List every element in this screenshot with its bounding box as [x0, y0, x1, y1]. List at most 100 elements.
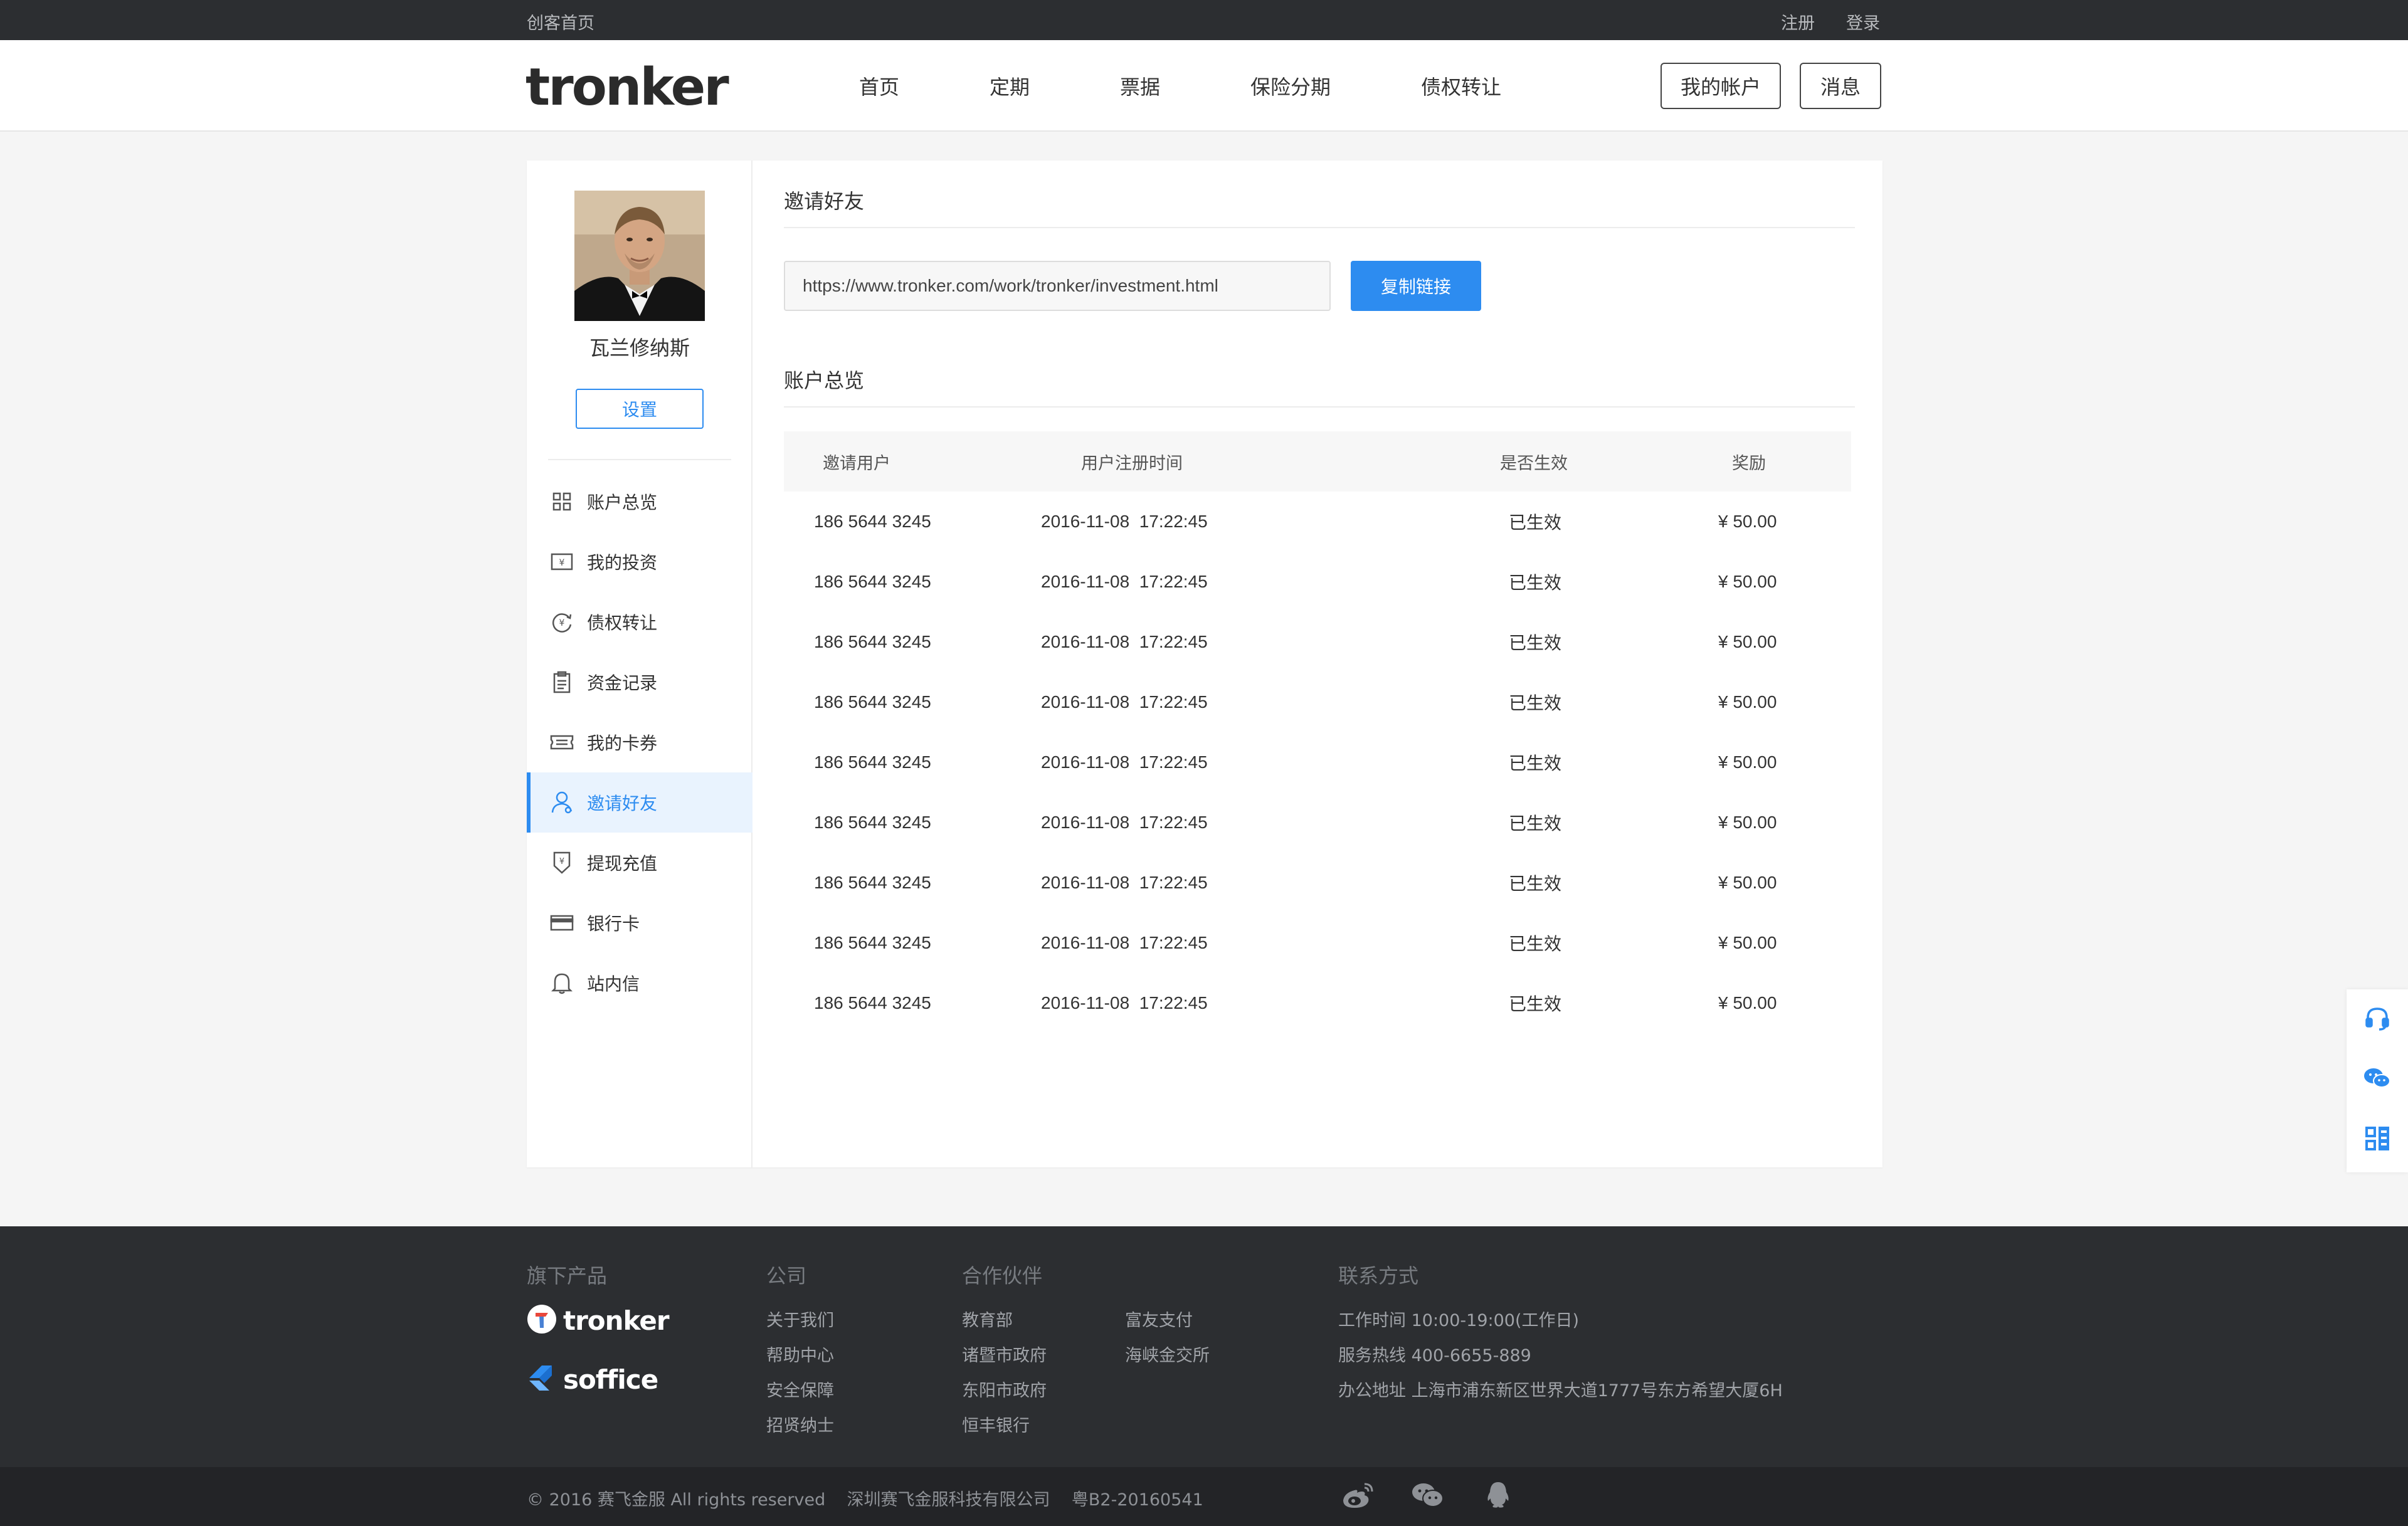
nav-home[interactable]: 首页 — [859, 71, 899, 100]
table-header: 邀请用户 用户注册时间 是否生效 奖励 — [784, 431, 1851, 492]
user-icon — [549, 790, 574, 815]
sidebar-item-label: 账户总览 — [587, 492, 658, 513]
wechat-float-button[interactable] — [2347, 1050, 2408, 1110]
footer-link-security[interactable]: 安全保障 — [766, 1377, 834, 1401]
partner-link[interactable]: 教育部 — [962, 1307, 1013, 1331]
reward-cell: ¥ 50.00 — [1718, 752, 1777, 772]
sidebar-item-label: 邀请好友 — [587, 793, 658, 814]
reward-cell: ¥ 50.00 — [1718, 512, 1777, 531]
invited-user-cell: 186 5644 3245 — [814, 632, 931, 651]
company-heading: 公司 — [766, 1264, 807, 1288]
footer-link-about[interactable]: 关于我们 — [766, 1307, 834, 1331]
sidebar-item-account-overview[interactable]: 账户总览 — [527, 471, 752, 532]
nav-fixed-term[interactable]: 定期 — [990, 71, 1030, 100]
sidebar-item-label: 提现充值 — [587, 853, 658, 874]
partners-heading: 合作伙伴 — [962, 1264, 1043, 1288]
sidebar-item-my-coupons[interactable]: 我的卡券 — [527, 712, 752, 772]
table-row: 186 5644 3245 2016-11-08 17:22:45 已生效 ¥ 50.… — [784, 913, 1851, 973]
sidebar-item-debt-transfer[interactable]: ¥ 债权转让 — [527, 592, 752, 652]
register-time-cell: 2016-11-08 17:22:45 — [1041, 512, 1208, 531]
soffice-brand-link[interactable]: soffice — [527, 1363, 658, 1396]
sidebar-item-inbox[interactable]: 站内信 — [527, 953, 752, 1013]
settings-button[interactable]: 设置 — [576, 389, 704, 429]
invited-user-cell: 186 5644 3245 — [814, 933, 931, 952]
contact-address: 办公地址 上海市浦东新区世界大道1777号东方希望大厦6H — [1338, 1381, 1783, 1401]
my-account-button[interactable]: 我的帐户 — [1661, 63, 1781, 109]
partner-link[interactable]: 东阳市政府 — [962, 1377, 1047, 1401]
card-icon — [549, 910, 574, 935]
effective-status-cell: 已生效 — [1509, 874, 1562, 893]
sidebar-item-bank-card[interactable]: 银行卡 — [527, 893, 752, 953]
sidebar-item-my-investment[interactable]: ¥ 我的投资 — [527, 532, 752, 592]
table-row: 186 5644 3245 2016-11-08 17:22:45 已生效 ¥ 50.… — [784, 973, 1851, 1033]
ticket-icon — [549, 730, 574, 755]
weibo-button[interactable] — [1341, 1481, 1375, 1512]
wechat-icon — [2363, 1066, 2391, 1093]
column-header: 是否生效 — [1500, 453, 1568, 473]
effective-status-cell: 已生效 — [1509, 934, 1562, 954]
footer: 旗下产品 tronker soffice 公司 关于我们 帮助中心 安全保障 招… — [0, 1226, 2408, 1467]
sidebar-item-withdraw-recharge[interactable]: ¥ 提现充值 — [527, 833, 752, 893]
footer-link-help[interactable]: 帮助中心 — [766, 1342, 834, 1366]
nav-debt-transfer[interactable]: 债权转让 — [1421, 71, 1501, 100]
brand-name: soffice — [563, 1364, 658, 1395]
copy-link-button[interactable]: 复制链接 — [1351, 261, 1481, 311]
creator-home-link[interactable]: 创客首页 — [527, 9, 594, 34]
footer-link-careers[interactable]: 招贤纳士 — [766, 1412, 834, 1436]
headset-icon — [2364, 1005, 2390, 1034]
invite-link-field[interactable]: https://www.tronker.com/work/tronker/inv… — [784, 261, 1331, 311]
invite-table: 邀请用户 用户注册时间 是否生效 奖励 186 5644 3245 2016-11… — [784, 431, 1851, 1033]
sidebar-item-invite-friends[interactable]: 邀请好友 — [527, 772, 752, 833]
effective-status-cell: 已生效 — [1509, 994, 1562, 1014]
register-time-cell: 2016-11-08 17:22:45 — [1041, 632, 1208, 651]
reward-cell: ¥ 50.00 — [1718, 572, 1777, 591]
tronker-logo[interactable]: tronker — [525, 58, 729, 117]
nav-insurance-installment[interactable]: 保险分期 — [1250, 71, 1331, 100]
register-link[interactable]: 注册 — [1781, 9, 1815, 34]
section-divider — [784, 406, 1855, 408]
table-row: 186 5644 3245 2016-11-08 17:22:45 已生效 ¥ 50.… — [784, 492, 1851, 552]
partner-link[interactable]: 富友支付 — [1125, 1307, 1193, 1331]
reward-cell: ¥ 50.00 — [1718, 692, 1777, 712]
bell-icon — [549, 971, 574, 996]
table-row: 186 5644 3245 2016-11-08 17:22:45 已生效 ¥ 50.… — [784, 552, 1851, 612]
login-link[interactable]: 登录 — [1846, 9, 1880, 34]
invited-user-cell: 186 5644 3245 — [814, 813, 931, 832]
sidebar-item-fund-records[interactable]: 资金记录 — [527, 652, 752, 712]
partner-link[interactable]: 恒丰银行 — [962, 1412, 1030, 1436]
messages-button[interactable]: 消息 — [1800, 63, 1881, 109]
invite-section-title: 邀请好友 — [784, 189, 865, 213]
yen-cycle-icon: ¥ — [549, 609, 574, 634]
qrcode-icon — [2364, 1125, 2390, 1154]
contact-hours: 工作时间 10:00-19:00(工作日) — [1338, 1311, 1580, 1330]
nav-bills[interactable]: 票据 — [1120, 71, 1160, 100]
sidebar-divider — [548, 459, 731, 460]
effective-status-cell: 已生效 — [1509, 693, 1562, 713]
invited-user-cell: 186 5644 3245 — [814, 512, 931, 531]
register-time-cell: 2016-11-08 17:22:45 — [1041, 572, 1208, 591]
table-row: 186 5644 3245 2016-11-08 17:22:45 已生效 ¥ 50.… — [784, 672, 1851, 732]
customer-service-button[interactable] — [2347, 989, 2408, 1050]
wechat-button[interactable] — [1411, 1481, 1445, 1512]
partner-link[interactable]: 诸暨市政府 — [962, 1342, 1047, 1366]
qrcode-float-button[interactable] — [2347, 1110, 2408, 1170]
svg-text:¥: ¥ — [559, 558, 565, 568]
tronker-brand-link[interactable]: tronker — [527, 1304, 670, 1337]
invited-user-cell: 186 5644 3245 — [814, 993, 931, 1013]
sidebar-item-label: 我的投资 — [587, 552, 658, 573]
register-time-cell: 2016-11-08 17:22:45 — [1041, 993, 1208, 1013]
qq-icon — [1483, 1481, 1513, 1512]
top-bar: 创客首页 注册 登录 — [0, 0, 2408, 40]
header: tronker 首页 定期 票据 保险分期 债权转让 我的帐户 消息 — [0, 40, 2408, 132]
column-header: 邀请用户 — [823, 453, 890, 473]
partner-link[interactable]: 海峡金交所 — [1125, 1342, 1210, 1366]
effective-status-cell: 已生效 — [1509, 633, 1562, 653]
sidebar-item-label: 债权转让 — [587, 613, 658, 633]
avatar — [574, 191, 705, 321]
qq-button[interactable] — [1481, 1481, 1515, 1512]
brand-name: tronker — [563, 1305, 670, 1336]
section-divider — [784, 227, 1855, 228]
register-time-cell: 2016-11-08 17:22:45 — [1041, 873, 1208, 892]
yen-box-icon: ¥ — [549, 549, 574, 574]
reward-cell: ¥ 50.00 — [1718, 873, 1777, 892]
